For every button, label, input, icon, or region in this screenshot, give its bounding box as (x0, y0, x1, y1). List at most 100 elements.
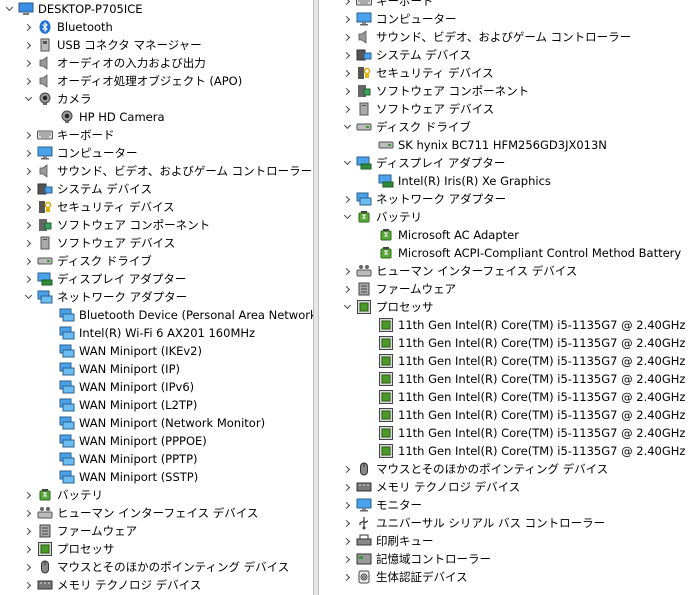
chevron-down-icon[interactable] (22, 288, 34, 306)
category-node-item[interactable]: ソフトウェア コンポーネント (319, 82, 696, 100)
device-item-wan-miniport-ipv6[interactable]: WAN Miniport (IPv6) (0, 378, 313, 396)
category-node-item[interactable]: プロセッサ (319, 298, 696, 316)
category-node-item[interactable]: メモリ テクノロジ デバイス (0, 576, 313, 594)
chevron-down-icon[interactable] (341, 208, 353, 226)
device-item-intel-r-wi-fi-6-ax201-160mhz[interactable]: Intel(R) Wi-Fi 6 AX201 160MHz (0, 324, 313, 342)
category-node-item[interactable]: オーディオの入力および出力 (0, 54, 313, 72)
category-node-item[interactable]: カメラ (0, 90, 313, 108)
category-node-item[interactable]: バッテリ (0, 486, 313, 504)
chevron-right-icon[interactable] (22, 180, 34, 198)
category-node-item[interactable]: 印刷キュー (319, 532, 696, 550)
device-item-microsoft-ac-adapter[interactable]: Microsoft AC Adapter (319, 226, 696, 244)
chevron-right-icon[interactable] (22, 540, 34, 558)
category-node-item[interactable]: ネットワーク アダプター (319, 190, 696, 208)
device-item-wan-miniport-pptp[interactable]: WAN Miniport (PPTP) (0, 450, 313, 468)
category-node-item[interactable]: サウンド、ビデオ、およびゲーム コントローラー (0, 162, 313, 180)
category-node-item[interactable]: メモリ テクノロジ デバイス (319, 478, 696, 496)
category-node-item[interactable]: マウスとそのほかのポインティング デバイス (319, 460, 696, 478)
category-node-item[interactable]: ネットワーク アダプター (0, 288, 313, 306)
category-node-item[interactable]: ソフトウェア デバイス (319, 100, 696, 118)
chevron-right-icon[interactable] (22, 234, 34, 252)
chevron-right-icon[interactable] (22, 504, 34, 522)
device-item-11th-gen-intel-r-core-tm-i5-1135g7-2-40ghz[interactable]: 11th Gen Intel(R) Core(TM) i5-1135G7 @ 2… (319, 388, 696, 406)
chevron-right-icon[interactable] (341, 478, 353, 496)
device-item-microsoft-acpi-compliant-control-method-battery[interactable]: Microsoft ACPI-Compliant Control Method … (319, 244, 696, 262)
device-item-wan-miniport-pppoe[interactable]: WAN Miniport (PPPOE) (0, 432, 313, 450)
device-tree-left-pane[interactable]: DESKTOP-P705ICE Bluetooth USB コネクタ マネージャーオ… (0, 0, 313, 595)
chevron-down-icon[interactable] (341, 298, 353, 316)
chevron-right-icon[interactable] (22, 270, 34, 288)
chevron-right-icon[interactable] (341, 0, 353, 10)
category-node-item[interactable]: プロセッサ (0, 540, 313, 558)
chevron-down-icon[interactable] (22, 90, 34, 108)
chevron-right-icon[interactable] (341, 100, 353, 118)
category-node-item[interactable]: ディスク ドライブ (319, 118, 696, 136)
device-item-11th-gen-intel-r-core-tm-i5-1135g7-2-40ghz[interactable]: 11th Gen Intel(R) Core(TM) i5-1135G7 @ 2… (319, 352, 696, 370)
category-node-item[interactable]: ファームウェア (319, 280, 696, 298)
category-node-item[interactable]: マウスとそのほかのポインティング デバイス (0, 558, 313, 576)
category-node-item[interactable]: ユニバーサル シリアル バス コントローラー (319, 514, 696, 532)
device-item-wan-miniport-sstp[interactable]: WAN Miniport (SSTP) (0, 468, 313, 486)
device-item-hp-hd-camera[interactable]: HP HD Camera (0, 108, 313, 126)
category-node-item[interactable]: セキュリティ デバイス (319, 64, 696, 82)
category-node-item[interactable]: セキュリティ デバイス (0, 198, 313, 216)
chevron-down-icon[interactable] (341, 118, 353, 136)
category-node-bluetooth[interactable]: Bluetooth (0, 18, 313, 36)
chevron-right-icon[interactable] (22, 522, 34, 540)
chevron-right-icon[interactable] (22, 54, 34, 72)
chevron-down-icon[interactable] (3, 0, 15, 18)
chevron-right-icon[interactable] (341, 532, 353, 550)
category-node-item[interactable]: ソフトウェア コンポーネント (0, 216, 313, 234)
chevron-right-icon[interactable] (341, 190, 353, 208)
category-node-item[interactable]: ヒューマン インターフェイス デバイス (0, 504, 313, 522)
chevron-right-icon[interactable] (22, 216, 34, 234)
chevron-right-icon[interactable] (22, 36, 34, 54)
chevron-right-icon[interactable] (341, 262, 353, 280)
chevron-right-icon[interactable] (341, 82, 353, 100)
chevron-right-icon[interactable] (22, 126, 34, 144)
chevron-right-icon[interactable] (341, 28, 353, 46)
device-item-11th-gen-intel-r-core-tm-i5-1135g7-2-40ghz[interactable]: 11th Gen Intel(R) Core(TM) i5-1135G7 @ 2… (319, 442, 696, 460)
category-node-item[interactable]: ディスプレイ アダプター (0, 270, 313, 288)
chevron-right-icon[interactable] (341, 460, 353, 478)
category-node-item[interactable]: バッテリ (319, 208, 696, 226)
chevron-right-icon[interactable] (341, 280, 353, 298)
category-node-item[interactable]: システム デバイス (319, 46, 696, 64)
chevron-right-icon[interactable] (22, 576, 34, 594)
device-tree-right-pane[interactable]: キーボード コンピューター サウンド、ビデオ、およびゲーム コントローラー システム … (319, 0, 696, 595)
chevron-right-icon[interactable] (341, 64, 353, 82)
chevron-right-icon[interactable] (341, 10, 353, 28)
category-node-item[interactable]: ディスプレイ アダプター (319, 154, 696, 172)
device-item-intel-r-iris-r-xe-graphics[interactable]: Intel(R) Iris(R) Xe Graphics (319, 172, 696, 190)
category-node-item[interactable]: 記憶域コントローラー (319, 550, 696, 568)
device-item-wan-miniport-ip[interactable]: WAN Miniport (IP) (0, 360, 313, 378)
chevron-right-icon[interactable] (341, 46, 353, 64)
chevron-right-icon[interactable] (22, 144, 34, 162)
category-node-usb[interactable]: USB コネクタ マネージャー (0, 36, 313, 54)
category-node-item[interactable]: 生体認証デバイス (319, 568, 696, 586)
category-node-item[interactable]: システム デバイス (0, 180, 313, 198)
chevron-right-icon[interactable] (22, 252, 34, 270)
chevron-right-icon[interactable] (341, 568, 353, 586)
chevron-right-icon[interactable] (341, 550, 353, 568)
root-node-desktop-p705ice[interactable]: DESKTOP-P705ICE (0, 0, 313, 18)
category-node-item[interactable]: キーボード (319, 0, 696, 10)
category-node-item[interactable]: ソフトウェア デバイス (0, 234, 313, 252)
device-item-sk-hynix-bc711-hfm256gd3jx013n[interactable]: SK hynix BC711 HFM256GD3JX013N (319, 136, 696, 154)
category-node-item[interactable]: ファームウェア (0, 522, 313, 540)
category-node-item[interactable]: サウンド、ビデオ、およびゲーム コントローラー (319, 28, 696, 46)
device-item-wan-miniport-l2tp[interactable]: WAN Miniport (L2TP) (0, 396, 313, 414)
device-item-wan-miniport-ikev2[interactable]: WAN Miniport (IKEv2) (0, 342, 313, 360)
device-item-11th-gen-intel-r-core-tm-i5-1135g7-2-40ghz[interactable]: 11th Gen Intel(R) Core(TM) i5-1135G7 @ 2… (319, 316, 696, 334)
chevron-right-icon[interactable] (341, 514, 353, 532)
category-node-apo[interactable]: オーディオ処理オブジェクト (APO) (0, 72, 313, 90)
category-node-item[interactable]: ヒューマン インターフェイス デバイス (319, 262, 696, 280)
device-item-11th-gen-intel-r-core-tm-i5-1135g7-2-40ghz[interactable]: 11th Gen Intel(R) Core(TM) i5-1135G7 @ 2… (319, 370, 696, 388)
chevron-right-icon[interactable] (22, 72, 34, 90)
chevron-right-icon[interactable] (22, 18, 34, 36)
device-item-bluetooth-device-personal-area-network[interactable]: Bluetooth Device (Personal Area Network) (0, 306, 313, 324)
category-node-item[interactable]: ディスク ドライブ (0, 252, 313, 270)
chevron-right-icon[interactable] (341, 496, 353, 514)
category-node-item[interactable]: コンピューター (319, 10, 696, 28)
category-node-item[interactable]: コンピューター (0, 144, 313, 162)
